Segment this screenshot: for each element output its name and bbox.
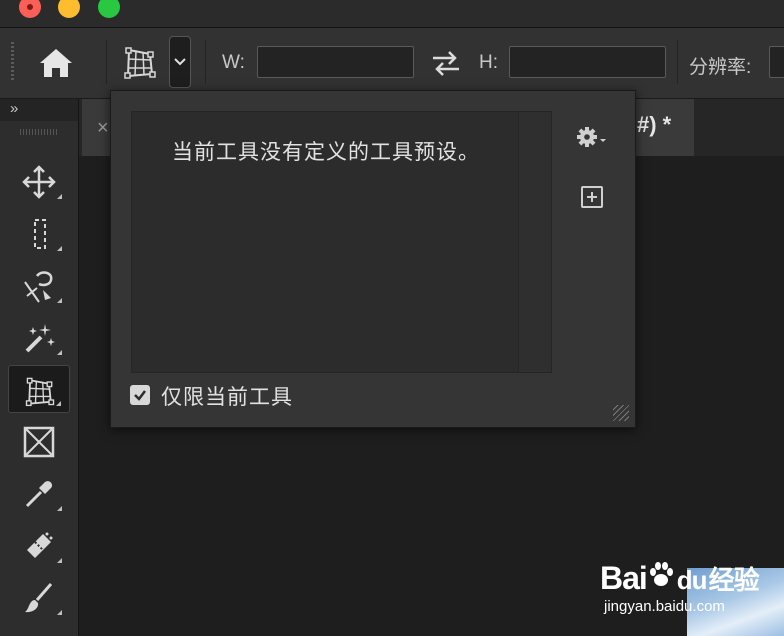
separator [106, 40, 107, 84]
popup-resize-grip[interactable] [613, 405, 629, 421]
empty-preset-message: 当前工具没有定义的工具预设。 [172, 141, 480, 164]
close-tab-icon[interactable]: × [97, 117, 109, 140]
watermark-brand-cn: 经验 [708, 565, 760, 595]
move-icon [22, 165, 56, 199]
preset-list-scrollbar[interactable] [518, 112, 551, 372]
resolution-label: 分辨率: [689, 57, 752, 78]
bandage-icon [27, 532, 53, 558]
watermark-logo: Bai du经验 [600, 560, 760, 597]
home-button[interactable] [36, 44, 76, 82]
close-window-button[interactable] [19, 0, 41, 18]
preset-settings-button[interactable] [575, 124, 611, 152]
brush-tool[interactable] [8, 573, 70, 621]
preset-list[interactable]: 当前工具没有定义的工具预设。 [131, 111, 552, 373]
home-icon [40, 49, 72, 77]
eyedropper-icon [25, 481, 53, 508]
rect-marquee-icon [34, 219, 46, 249]
separator [677, 40, 678, 84]
magnetic-lasso-icon [24, 271, 53, 303]
baidu-paw-icon [649, 562, 673, 586]
frame-icon [23, 426, 55, 458]
checkmark-icon [134, 390, 146, 401]
options-bar: W: H: 分辨率: [0, 28, 784, 99]
double-chevron-icon: » [10, 100, 19, 117]
healing-brush-tool[interactable] [8, 521, 70, 569]
width-label: W: [222, 52, 245, 73]
eyedropper-tool[interactable] [8, 469, 70, 517]
width-input[interactable] [257, 46, 414, 78]
move-tool[interactable] [8, 157, 70, 205]
swap-arrows-icon [433, 51, 459, 76]
chevron-down-icon [174, 58, 186, 66]
minimize-window-button[interactable] [58, 0, 80, 18]
brush-icon [25, 583, 53, 613]
photoshop-window: W: H: 分辨率: » × #) * 当前工具没有定义的工具预设。 仅限当前工… [0, 0, 784, 636]
separator [205, 40, 206, 84]
gear-icon [577, 127, 606, 147]
tools-panel: » [0, 99, 79, 636]
perspective-crop-icon [25, 377, 55, 407]
frame-tool[interactable] [8, 417, 70, 465]
magic-wand-icon [25, 324, 55, 353]
resolution-input[interactable] [769, 46, 784, 78]
watermark-brand: Bai [600, 560, 648, 596]
tool-preset-button[interactable] [120, 42, 160, 82]
tool-preset-picker-popup: 当前工具没有定义的工具预设。 仅限当前工具 [110, 90, 636, 428]
tools-collapse-button[interactable]: » [0, 99, 78, 121]
height-label: H: [479, 52, 498, 73]
new-preset-button[interactable] [581, 186, 603, 208]
watermark-brand-suffix: du [676, 565, 708, 595]
swap-width-height-button[interactable] [429, 48, 463, 78]
perspective-crop-icon [124, 47, 156, 79]
marquee-tool[interactable] [8, 209, 70, 257]
magic-wand-tool[interactable] [8, 313, 70, 361]
current-tool-only-label: 仅限当前工具 [161, 386, 293, 409]
tool-preset-dropdown[interactable] [169, 36, 191, 88]
lasso-tool[interactable] [8, 261, 70, 309]
height-input[interactable] [509, 46, 666, 78]
zoom-window-button[interactable] [98, 0, 120, 18]
current-tool-only-checkbox[interactable] [130, 385, 150, 405]
watermark-url: jingyan.baidu.com [604, 598, 725, 615]
document-tab-title: #) * [637, 112, 672, 137]
tools-panel-grip[interactable] [20, 129, 58, 135]
perspective-crop-tool[interactable] [8, 365, 70, 413]
options-bar-grip[interactable] [11, 42, 14, 82]
title-bar [0, 0, 784, 28]
